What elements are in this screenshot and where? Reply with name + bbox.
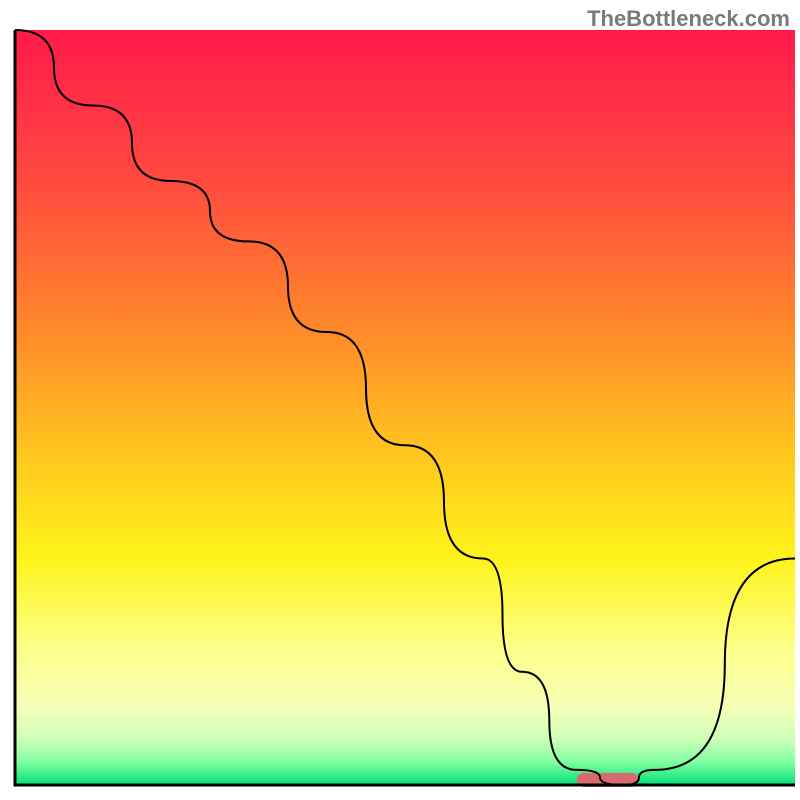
watermark-text: TheBottleneck.com <box>587 6 790 32</box>
chart-svg <box>0 0 800 800</box>
bottleneck-chart: TheBottleneck.com <box>0 0 800 800</box>
